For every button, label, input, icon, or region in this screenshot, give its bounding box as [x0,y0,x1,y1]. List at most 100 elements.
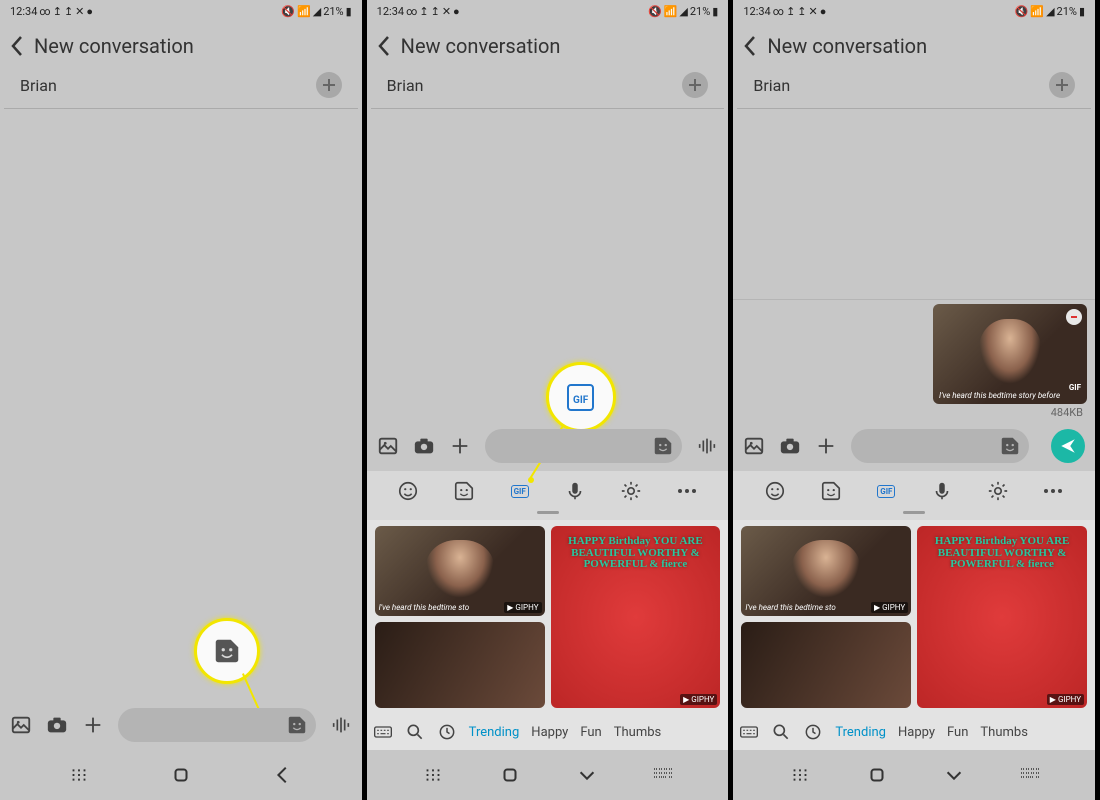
message-input[interactable] [118,708,316,742]
plus-icon [687,77,703,93]
home-icon[interactable] [499,764,521,786]
recent-apps-icon[interactable] [422,764,444,786]
emoji-sticker-icon[interactable] [286,714,308,736]
settings-tab[interactable] [619,479,643,503]
keyboard-drag-handle[interactable] [537,511,559,514]
signal-icon: ◢ [313,5,321,18]
battery-pct: 21% [323,5,343,18]
gif-result-item[interactable] [741,622,911,708]
message-input[interactable] [485,429,683,463]
category-thumbs[interactable]: Thumbs [614,725,662,740]
android-icon: ✕ [75,5,84,18]
back-icon[interactable] [377,35,391,57]
voice-tab[interactable] [930,479,954,503]
home-icon[interactable] [170,764,192,786]
arrow-up-icon: ↥ [64,5,73,18]
conversation-header: New conversation [733,22,1095,72]
keyboard-icon[interactable] [739,722,759,742]
remove-attachment-button[interactable] [1066,309,1082,325]
category-fun[interactable]: Fun [947,725,968,740]
message-input[interactable] [851,429,1029,463]
vm-icon: ∞ [39,5,50,18]
signal-icon: ◢ [1046,5,1054,18]
gif-result-item[interactable]: I've heard this bedtime sto ▶GIPHY [375,526,545,616]
plus-icon[interactable] [815,435,837,457]
battery-pct: 21% [690,5,710,18]
recipient-name: Brian [753,76,1049,95]
gif-results: I've heard this bedtime sto ▶GIPHY HAPPY… [367,520,729,714]
voice-record-icon[interactable] [696,435,718,457]
plus-icon[interactable] [82,714,104,736]
back-nav-icon[interactable] [272,764,294,786]
more-tab[interactable] [675,479,699,503]
gif-result-item[interactable]: HAPPY Birthday YOU ARE BEAUTIFUL WORTHY … [551,526,721,708]
android-icon: ✕ [809,5,818,18]
emoji-sticker-icon[interactable] [999,435,1021,457]
gif-result-item[interactable]: I've heard this bedtime sto ▶GIPHY [741,526,911,616]
gallery-icon[interactable] [743,435,765,457]
send-button[interactable] [1051,429,1085,463]
sticker-tab[interactable] [452,479,476,503]
send-icon [1059,437,1077,455]
category-happy[interactable]: Happy [898,725,935,740]
gif-result-item[interactable]: HAPPY Birthday YOU ARE BEAUTIFUL WORTHY … [917,526,1087,708]
settings-tab[interactable] [986,479,1010,503]
gif-tab-active[interactable]: GIF [508,479,532,503]
add-recipient-button[interactable] [1049,72,1075,98]
emoji-sticker-icon[interactable] [652,435,674,457]
gallery-icon[interactable] [10,714,32,736]
android-icon: ✕ [442,5,451,18]
category-trending[interactable]: Trending [835,725,886,740]
camera-icon[interactable] [779,435,801,457]
attached-gif-section: I've heard this bedtime story before GIF… [733,299,1095,421]
gif-tab-active[interactable]: GIF [874,479,898,503]
category-happy[interactable]: Happy [531,725,568,740]
battery-pct: 21% [1057,5,1077,18]
hide-keyboard-icon[interactable] [943,764,965,786]
recent-icon[interactable] [437,722,457,742]
voice-record-icon[interactable] [330,714,352,736]
gif-result-item[interactable] [375,622,545,708]
status-bar: 12:34 ∞ ↥ ↥ ✕ ● 🔇 📶 ◢ 21% ▮ [0,0,362,22]
vm-icon: ∞ [406,5,417,18]
keyboard-toggle-icon[interactable] [653,768,673,782]
plus-icon [321,77,337,93]
wifi-icon: 📶 [664,5,678,18]
category-trending[interactable]: Trending [469,725,520,740]
keyboard-toggle-icon[interactable] [1020,768,1040,782]
category-fun[interactable]: Fun [580,725,601,740]
voice-tab[interactable] [563,479,587,503]
back-icon[interactable] [743,35,757,57]
giphy-badge: ▶GIPHY [680,694,717,705]
screen-1: 12:34 ∞ ↥ ↥ ✕ ● 🔇 📶 ◢ 21% ▮ New conversa… [0,0,367,800]
android-navbar [367,750,729,800]
gallery-icon[interactable] [377,435,399,457]
recent-apps-icon[interactable] [68,764,90,786]
search-icon[interactable] [405,722,425,742]
keyboard-drag-handle[interactable] [903,511,925,514]
gif-categories: Trending Happy Fun Thumbs [733,714,1095,750]
add-recipient-button[interactable] [316,72,342,98]
recipient-row: Brian [371,72,725,109]
recipient-row: Brian [4,72,358,109]
sticker-tab[interactable] [819,479,843,503]
back-icon[interactable] [10,35,24,57]
home-icon[interactable] [866,764,888,786]
giphy-badge: ▶GIPHY [1047,694,1084,705]
more-tab[interactable] [1041,479,1065,503]
recent-apps-icon[interactable] [789,764,811,786]
emoji-tab[interactable] [763,479,787,503]
category-thumbs[interactable]: Thumbs [980,725,1028,740]
mute-icon: 🔇 [1015,5,1029,18]
camera-icon[interactable] [413,435,435,457]
plus-icon[interactable] [449,435,471,457]
page-title: New conversation [401,34,561,58]
keyboard-icon[interactable] [373,722,393,742]
search-icon[interactable] [771,722,791,742]
add-recipient-button[interactable] [682,72,708,98]
emoji-tab[interactable] [396,479,420,503]
recent-icon[interactable] [803,722,823,742]
attached-gif-thumbnail[interactable]: I've heard this bedtime story before GIF [933,304,1087,404]
hide-keyboard-icon[interactable] [576,764,598,786]
camera-icon[interactable] [46,714,68,736]
